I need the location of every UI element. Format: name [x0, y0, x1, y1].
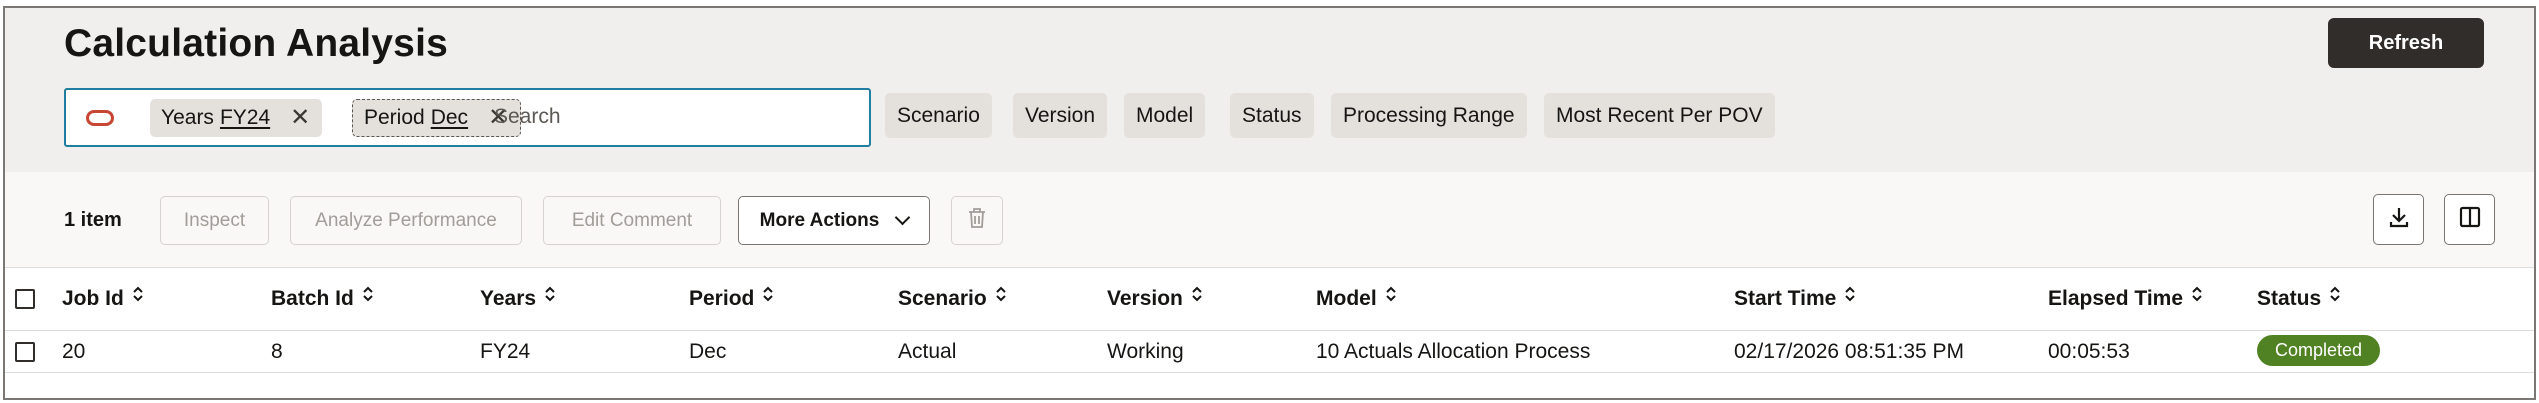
- sort-icon: [995, 285, 1007, 309]
- cell-batch-id: 8: [271, 340, 283, 363]
- filter-processing-range-button[interactable]: Processing Range: [1331, 93, 1527, 138]
- trash-icon: [966, 206, 988, 236]
- page-title: Calculation Analysis: [64, 22, 449, 65]
- chip-value: FY24: [219, 106, 271, 129]
- status-badge: Completed: [2257, 335, 2381, 366]
- chip-label: Period: [364, 106, 425, 129]
- column-header-period[interactable]: Period: [689, 287, 774, 311]
- table-row[interactable]: 20 8 FY24 Dec Actual Working 10 Actuals …: [5, 331, 2534, 373]
- item-count: 1 item: [64, 209, 122, 231]
- column-header-batch-id[interactable]: Batch Id: [271, 287, 374, 311]
- more-actions-label: More Actions: [759, 209, 880, 231]
- column-panel-icon: [2458, 205, 2482, 234]
- oracle-logo-icon: [86, 110, 114, 126]
- sort-icon: [132, 285, 144, 309]
- page-header: Calculation Analysis Refresh Years FY24 …: [5, 8, 2534, 172]
- cell-start-time: 02/17/2026 08:51:35 PM: [1734, 340, 1965, 363]
- calculation-analysis-panel: Calculation Analysis Refresh Years FY24 …: [3, 6, 2536, 400]
- table-header-row: Job Id Batch Id Years Period Scenario Ve…: [5, 268, 2534, 331]
- column-header-status[interactable]: Status: [2257, 287, 2341, 311]
- download-icon: [2387, 205, 2411, 234]
- analyze-performance-button[interactable]: Analyze Performance: [290, 196, 522, 245]
- column-header-model[interactable]: Model: [1316, 287, 1397, 311]
- cell-job-id: 20: [62, 340, 86, 363]
- filter-scenario-button[interactable]: Scenario: [885, 93, 992, 138]
- cell-years: FY24: [480, 340, 531, 363]
- column-panel-button[interactable]: [2444, 194, 2495, 245]
- column-header-version[interactable]: Version: [1107, 287, 1203, 311]
- chip-label: Years: [161, 106, 214, 129]
- sort-icon: [2191, 285, 2203, 309]
- sort-icon: [762, 285, 774, 309]
- inspect-button[interactable]: Inspect: [160, 196, 269, 245]
- close-icon[interactable]: ✕: [290, 106, 310, 130]
- filter-version-button[interactable]: Version: [1013, 93, 1108, 138]
- sort-icon: [1385, 285, 1397, 309]
- cell-version: Working: [1107, 340, 1184, 363]
- sort-icon: [544, 285, 556, 309]
- more-actions-button[interactable]: More Actions: [738, 196, 930, 245]
- chip-value: Dec: [430, 106, 469, 129]
- sort-icon: [1844, 285, 1856, 309]
- filter-status-button[interactable]: Status: [1230, 93, 1314, 138]
- cell-model: 10 Actuals Allocation Process: [1316, 340, 1591, 363]
- delete-button[interactable]: [951, 196, 1003, 245]
- column-header-job-id[interactable]: Job Id: [62, 287, 144, 311]
- sort-icon: [2329, 285, 2341, 309]
- column-header-elapsed-time[interactable]: Elapsed Time: [2048, 287, 2203, 311]
- filter-model-button[interactable]: Model: [1124, 93, 1206, 138]
- cell-period: Dec: [689, 340, 727, 363]
- filter-most-recent-button[interactable]: Most Recent Per POV: [1544, 93, 1775, 138]
- edit-comment-button[interactable]: Edit Comment: [543, 196, 721, 245]
- download-button[interactable]: [2373, 194, 2424, 245]
- filter-chip-years[interactable]: Years FY24 ✕: [150, 99, 323, 137]
- refresh-button[interactable]: Refresh: [2328, 18, 2484, 68]
- cell-elapsed-time: 00:05:53: [2048, 340, 2130, 363]
- search-input[interactable]: Search: [494, 105, 561, 129]
- select-all-checkbox[interactable]: [15, 289, 35, 309]
- search-filter-box[interactable]: Years FY24 ✕ Period Dec ✕ Search: [64, 88, 871, 147]
- cell-scenario: Actual: [898, 340, 957, 363]
- sort-icon: [362, 285, 374, 309]
- sort-icon: [1191, 285, 1203, 309]
- row-checkbox[interactable]: [15, 342, 35, 362]
- table-toolbar: 1 item Inspect Analyze Performance Edit …: [5, 172, 2534, 268]
- chevron-down-icon: [895, 209, 911, 226]
- column-header-years[interactable]: Years: [480, 287, 556, 311]
- column-header-start-time[interactable]: Start Time: [1734, 287, 1856, 311]
- column-header-scenario[interactable]: Scenario: [898, 287, 1007, 311]
